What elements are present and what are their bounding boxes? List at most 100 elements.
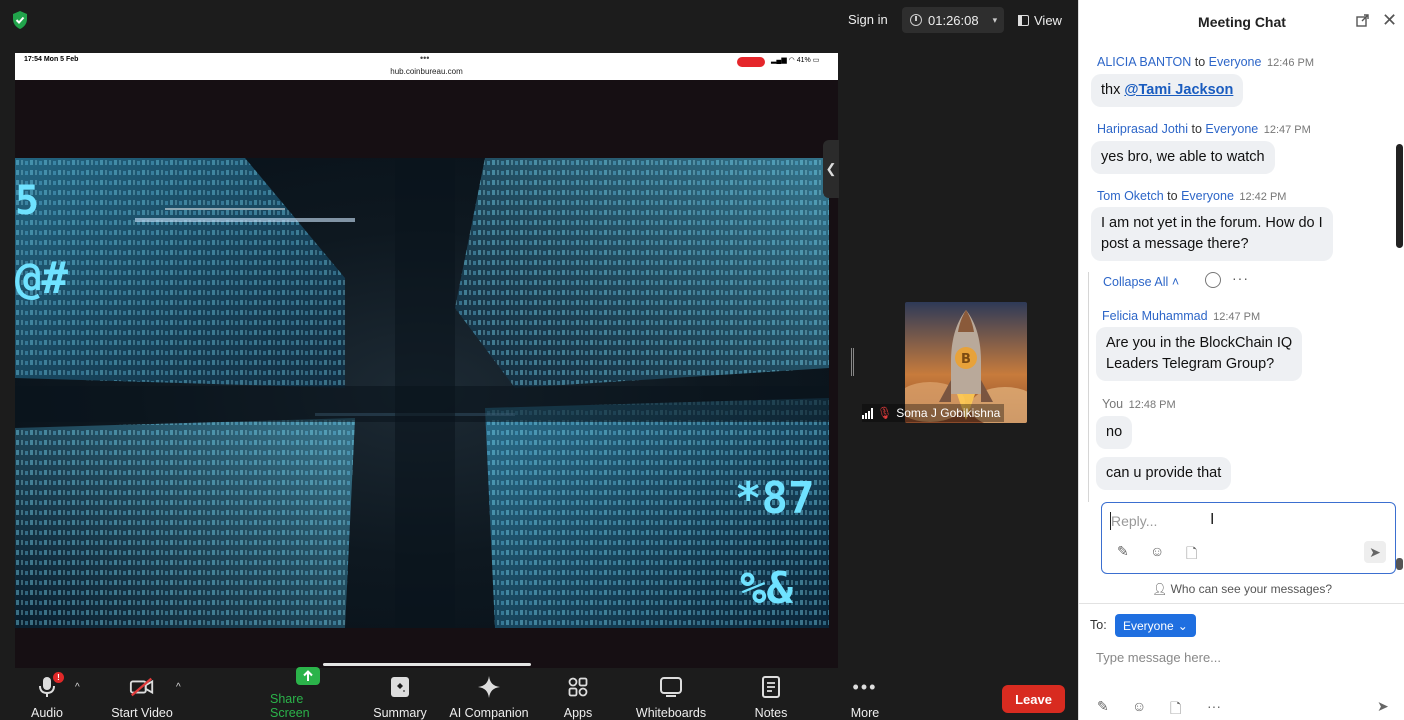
chevron-up-icon: ˄	[1171, 275, 1180, 289]
more-label: More	[850, 706, 880, 720]
reply-input-box[interactable]: Reply... I ✎ ☺ 🗋︎ ➤	[1101, 502, 1396, 574]
summary-label: Summary	[373, 706, 427, 720]
ai-companion-button[interactable]: AI Companion	[446, 672, 532, 720]
video-off-icon	[129, 674, 155, 700]
message-meta: Felicia Muhammad 12:47 PM	[1102, 309, 1260, 323]
audio-button[interactable]: ! Audio	[26, 672, 68, 720]
message-time: 12:46 PM	[1266, 57, 1315, 69]
notes-icon	[758, 674, 784, 700]
ipad-dots: •••	[420, 53, 430, 63]
message-input[interactable]: Type message here...	[1096, 650, 1221, 665]
ipad-status-bar: 17:54 Mon 5 Feb ••• hub.coinbureau.com ▂…	[15, 53, 838, 80]
apps-icon	[565, 674, 591, 700]
ipad-home-indicator	[323, 663, 531, 666]
message-meta: You 12:48 PM	[1102, 397, 1176, 411]
collapse-all-button[interactable]: Collapse All ˄	[1103, 275, 1179, 289]
ipad-url: hub.coinbureau.com	[390, 67, 463, 76]
audio-options-chevron-icon[interactable]: ^	[75, 682, 80, 693]
participant-name: Soma J Gobikishna	[896, 406, 1001, 420]
chevron-down-icon: ▾	[992, 14, 998, 25]
pop-out-icon[interactable]	[1356, 14, 1369, 27]
format-icon[interactable]: ✎	[1117, 543, 1133, 559]
view-button[interactable]: View	[1012, 7, 1068, 33]
message-meta: Tom Oketch to Everyone 12:42 PM	[1097, 189, 1287, 203]
summary-button[interactable]: Summary	[370, 672, 430, 720]
message-bubble[interactable]: no	[1096, 416, 1133, 449]
meeting-area: Sign in 01:26:08 ▾ View 17:54 Mon 5 Feb …	[0, 0, 1078, 720]
start-video-button[interactable]: Start Video	[108, 672, 176, 720]
ibeam-cursor-icon: I	[1210, 511, 1215, 528]
emoji-icon[interactable]: ☺	[1132, 698, 1146, 714]
send-icon[interactable]: ➤	[1364, 541, 1386, 563]
add-reaction-icon[interactable]	[1205, 272, 1221, 288]
share-screen-icon	[295, 666, 321, 686]
chevron-left-icon: ❮	[825, 161, 837, 176]
reply-placeholder: Reply...	[1111, 513, 1158, 529]
clock-icon	[910, 14, 922, 26]
sender-name[interactable]: Felicia Muhammad	[1102, 309, 1208, 323]
scroll-down-arrow-icon[interactable]	[1396, 558, 1403, 570]
file-icon[interactable]: 🗋︎	[1186, 543, 1202, 561]
sender-name[interactable]: Tom Oketch	[1097, 189, 1164, 203]
sender-name: You	[1102, 397, 1124, 411]
message-time: 12:47 PM	[1213, 311, 1261, 323]
shared-screen[interactable]: 17:54 Mon 5 Feb ••• hub.coinbureau.com ▂…	[15, 53, 838, 668]
whiteboards-button[interactable]: Whiteboards	[630, 672, 712, 720]
timer-value: 01:26:08	[928, 12, 979, 28]
message-bubble[interactable]: can u provide that	[1096, 457, 1232, 490]
send-icon[interactable]: ➤	[1377, 698, 1389, 715]
to-label: To:	[1090, 618, 1107, 632]
recipient-dropdown[interactable]: Everyone ⌄	[1115, 614, 1196, 637]
mention-link[interactable]: @Tami Jackson	[1124, 82, 1233, 98]
sign-in-button[interactable]: Sign in	[840, 8, 896, 32]
message-bubble[interactable]: Are you in the BlockChain IQ Leaders Tel…	[1096, 327, 1303, 381]
video-options-chevron-icon[interactable]: ^	[176, 682, 181, 693]
share-screen-label: Share Screen	[270, 692, 310, 720]
split-handle[interactable]	[851, 348, 854, 376]
encryption-shield-icon[interactable]	[10, 10, 30, 30]
sender-name[interactable]: Hariprasad Jothi	[1097, 122, 1188, 136]
notes-button[interactable]: Notes	[750, 672, 792, 720]
audio-label: Audio	[31, 706, 63, 720]
recipient: Everyone	[1208, 55, 1262, 69]
apps-button[interactable]: Apps	[558, 672, 598, 720]
top-bar: Sign in 01:26:08 ▾ View	[0, 0, 1078, 40]
close-icon[interactable]: ✕	[1382, 10, 1397, 30]
thread-line	[1088, 272, 1089, 502]
format-icon[interactable]: ✎	[1097, 698, 1109, 715]
message-bubble[interactable]: I am not yet in the forum. How do I post…	[1091, 207, 1333, 261]
sender-name[interactable]: ALICIA BANTON	[1097, 55, 1191, 69]
leave-button[interactable]: Leave	[1002, 685, 1065, 713]
ipad-status-time: 17:54 Mon 5 Feb	[24, 56, 79, 63]
summary-icon	[387, 674, 413, 700]
message-meta: ALICIA BANTON to Everyone 12:46 PM	[1097, 55, 1315, 69]
notes-label: Notes	[754, 706, 788, 720]
muted-mic-icon: 🎙︎	[877, 406, 893, 420]
message-bubble[interactable]: yes bro, we able to watch	[1091, 141, 1275, 174]
who-can-see-link[interactable]: 👤︎ Who can see your messages?	[1079, 582, 1404, 596]
message-bubble[interactable]: thx @Tami Jackson	[1091, 74, 1244, 107]
whiteboard-icon	[658, 674, 684, 700]
emoji-icon[interactable]: ☺	[1150, 543, 1166, 559]
chevron-down-icon: ⌄	[1177, 618, 1188, 633]
more-button[interactable]: ••• More	[844, 672, 886, 720]
view-icon	[1018, 14, 1029, 26]
ipad-battery: ▂▄▆ ◠ 41% ▭	[771, 57, 820, 64]
collapse-panel-button[interactable]: ❮	[823, 140, 839, 198]
view-label: View	[1034, 12, 1062, 28]
person-lock-icon: 👤︎	[1152, 582, 1168, 596]
file-icon[interactable]: 🗋︎	[1170, 698, 1181, 720]
more-options-icon[interactable]: ···	[1232, 270, 1249, 286]
participant-name-tag: 🎙︎ Soma J Gobikishna	[862, 404, 1005, 422]
ai-companion-label: AI Companion	[449, 706, 529, 720]
meeting-timer[interactable]: 01:26:08 ▾	[902, 7, 1004, 33]
recipient: Everyone	[1205, 122, 1259, 136]
scroll-thumb[interactable]	[1396, 144, 1403, 248]
video-glyph-3: *87	[735, 473, 815, 524]
audio-warning-badge: !	[53, 672, 64, 683]
video-glyph-4: %&	[740, 563, 793, 614]
more-options-icon[interactable]: ···	[1207, 698, 1221, 714]
chat-scrollbar[interactable]	[1395, 44, 1404, 574]
chat-messages: ALICIA BANTON to Everyone 12:46 PM thx @…	[1079, 44, 1397, 576]
share-screen-button[interactable]: Share Screen	[270, 667, 346, 720]
